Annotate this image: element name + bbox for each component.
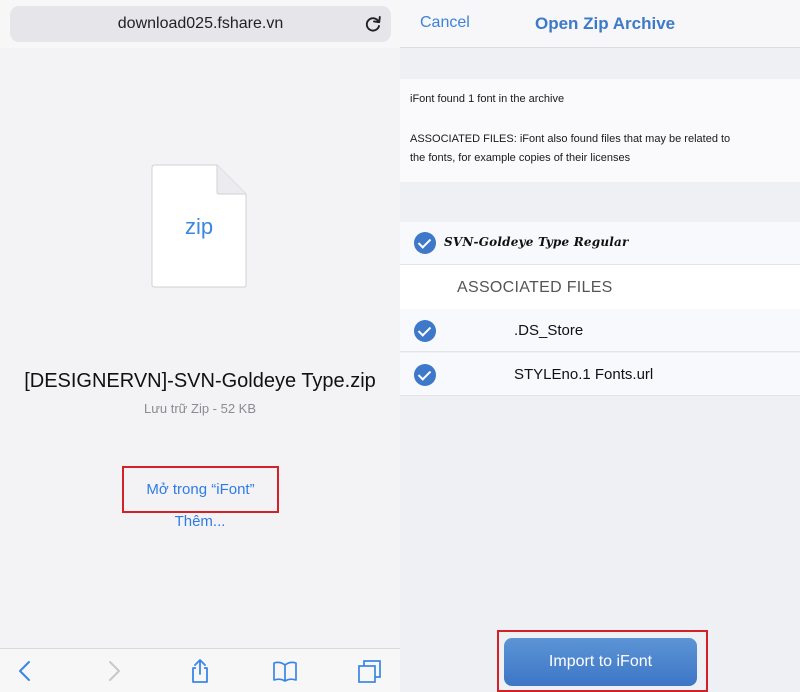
open-in-ifont-button[interactable]: Mở trong “iFont”: [122, 466, 279, 513]
font-list-item[interactable]: SVN-Goldeye Type Regular: [400, 222, 800, 265]
fonts-found-text: iFont found 1 font in the archive: [410, 93, 565, 105]
reload-icon[interactable]: [363, 14, 383, 34]
open-in-label: Mở trong “iFont”: [146, 481, 255, 498]
associated-files-header: ASSOCIATED FILES: [400, 265, 800, 309]
forward-icon[interactable]: [101, 659, 125, 683]
import-to-ifont-button[interactable]: Import to iFont: [504, 638, 697, 686]
associated-file-name: .DS_Store: [514, 322, 584, 339]
bookmarks-icon[interactable]: [273, 659, 297, 683]
back-icon[interactable]: [14, 659, 38, 683]
associated-files-note-line1: ASSOCIATED FILES: iFont also found files…: [410, 133, 731, 145]
file-type-label: zip: [184, 214, 214, 239]
cancel-button[interactable]: Cancel: [420, 14, 470, 32]
bottom-toolbar: [0, 648, 400, 692]
associated-files-header-label: ASSOCIATED FILES: [457, 279, 613, 296]
nav-bar: Cancel Open Zip Archive: [400, 0, 800, 48]
import-button-label: Import to iFont: [548, 653, 653, 670]
file-name: [DESIGNERVN]-SVN-Goldeye Type.zip: [24, 370, 376, 392]
address-bar-area: download025.fshare.vn: [0, 0, 400, 48]
file-meta: Lưu trữ Zip - 52 KB: [143, 401, 257, 416]
safari-download-panel: download025.fshare.vn zip [DESIGNERVN]-S…: [0, 0, 400, 692]
more-button[interactable]: Thêm...: [0, 513, 400, 530]
associated-files-note-line2: the fonts, for example copies of their l…: [410, 152, 631, 164]
page-title: Open Zip Archive: [535, 14, 676, 33]
checkmark-icon[interactable]: [414, 364, 436, 386]
associated-file-name: STYLEno.1 Fonts.url: [514, 366, 654, 383]
archive-info-box: iFont found 1 font in the archive ASSOCI…: [400, 79, 800, 182]
checkmark-icon[interactable]: [414, 232, 436, 254]
address-bar[interactable]: download025.fshare.vn: [10, 6, 391, 42]
tabs-icon[interactable]: [358, 659, 382, 683]
ifont-import-panel: Cancel Open Zip Archive iFont found 1 fo…: [400, 0, 800, 692]
checkmark-icon[interactable]: [414, 320, 436, 342]
share-icon[interactable]: [188, 659, 212, 683]
associated-file-item[interactable]: STYLEno.1 Fonts.url: [400, 353, 800, 396]
font-name: SVN-Goldeye Type Regular: [444, 235, 629, 249]
url-text: download025.fshare.vn: [117, 15, 284, 32]
associated-file-item[interactable]: .DS_Store: [400, 309, 800, 352]
